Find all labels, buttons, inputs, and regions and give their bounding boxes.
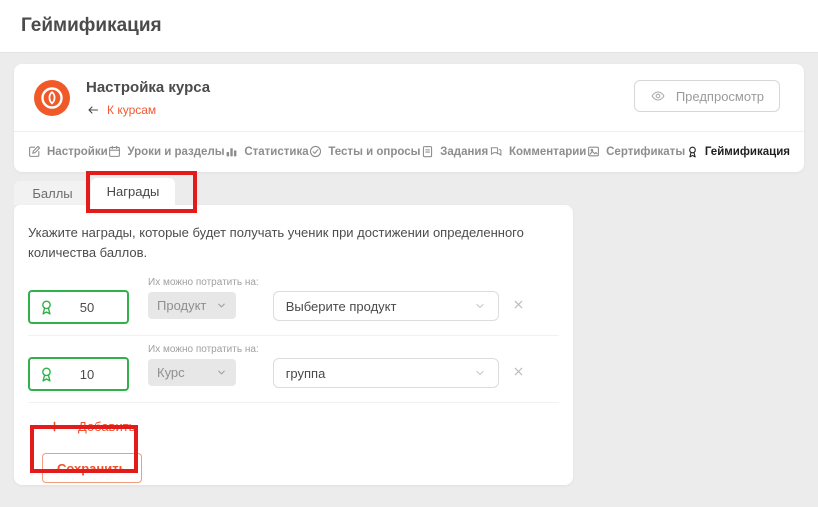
course-header: Настройка курса К курсам Предпросмотр xyxy=(14,64,804,131)
chevron-down-icon xyxy=(474,300,486,312)
course-title: Настройка курса xyxy=(86,79,210,96)
spend-type-select[interactable]: Продукт xyxy=(148,292,236,319)
nav-item-lessons[interactable]: Уроки и разделы xyxy=(108,145,224,158)
back-link-label: К курсам xyxy=(107,103,156,117)
tab-rewards[interactable]: Награды xyxy=(91,178,175,205)
chevron-down-icon xyxy=(216,367,227,378)
spend-type-group: Их можно потратить на: Курс xyxy=(148,344,259,386)
certificate-icon xyxy=(587,145,600,158)
spend-type-value: Курс xyxy=(157,365,185,380)
medal-icon xyxy=(38,298,55,317)
clipboard-icon xyxy=(421,145,434,158)
close-icon[interactable] xyxy=(512,298,525,311)
nav-item-tests[interactable]: Тесты и опросы xyxy=(309,145,420,158)
points-input[interactable]: 10 xyxy=(28,357,129,391)
nav-item-certificates[interactable]: Сертификаты xyxy=(587,145,685,158)
add-reward-button[interactable]: Добавить xyxy=(48,419,573,434)
target-select[interactable]: группа xyxy=(273,358,499,388)
nav-item-comments[interactable]: Комментарии xyxy=(489,145,586,158)
chevron-down-icon xyxy=(474,367,486,379)
nav-item-label: Настройки xyxy=(47,146,108,158)
comments-icon xyxy=(489,145,503,158)
add-reward-label: Добавить xyxy=(78,419,135,434)
nav-item-label: Геймификация xyxy=(705,146,790,158)
edit-icon xyxy=(28,145,41,158)
spend-label: Их можно потратить на: xyxy=(148,277,259,288)
plus-icon xyxy=(48,420,61,433)
tab-points-label: Баллы xyxy=(32,186,72,201)
nav-item-statistics[interactable]: Статистика xyxy=(225,145,308,158)
target-select-value: Выберите продукт xyxy=(286,299,397,314)
nav-item-label: Тесты и опросы xyxy=(328,146,420,158)
rewards-panel: Укажите награды, которые будет получать … xyxy=(14,205,573,485)
points-value: 10 xyxy=(55,367,119,382)
spend-type-select[interactable]: Курс xyxy=(148,359,236,386)
nav-item-label: Сертификаты xyxy=(606,146,685,158)
spend-label: Их можно потратить на: xyxy=(148,344,259,355)
points-input[interactable]: 50 xyxy=(28,290,129,324)
nav-item-label: Уроки и разделы xyxy=(127,146,224,158)
spend-type-value: Продукт xyxy=(157,298,206,313)
course-info: Настройка курса К курсам xyxy=(86,79,210,117)
nav-item-label: Статистика xyxy=(244,146,308,158)
nav-item-gamification[interactable]: Геймификация xyxy=(686,145,790,159)
nav-item-label: Комментарии xyxy=(509,146,586,158)
tab-rewards-label: Награды xyxy=(107,184,160,199)
preview-button-label: Предпросмотр xyxy=(676,89,764,104)
close-icon[interactable] xyxy=(512,365,525,378)
preview-button[interactable]: Предпросмотр xyxy=(634,80,780,112)
check-circle-icon xyxy=(309,145,322,158)
points-value: 50 xyxy=(55,300,119,315)
nav-item-assignments[interactable]: Задания xyxy=(421,145,488,158)
save-button[interactable]: Сохранить xyxy=(42,453,142,483)
top-bar: Геймификация xyxy=(0,0,818,53)
bar-chart-icon xyxy=(225,145,238,158)
course-logo-icon xyxy=(34,80,70,116)
reward-row: 10 Их можно потратить на: Курс группа xyxy=(28,336,559,403)
target-select-value: группа xyxy=(286,366,326,381)
rewards-description: Укажите награды, которые будет получать … xyxy=(14,205,575,269)
tab-points[interactable]: Баллы xyxy=(14,181,91,205)
spend-type-group: Их можно потратить на: Продукт xyxy=(148,277,259,319)
course-nav: Настройки Уроки и разделы Статистика Тес… xyxy=(14,131,804,171)
page-title: Геймификация xyxy=(21,15,162,37)
nav-item-settings[interactable]: Настройки xyxy=(28,145,108,158)
reward-row: 50 Их можно потратить на: Продукт Выбери… xyxy=(28,269,559,336)
target-select[interactable]: Выберите продукт xyxy=(273,291,499,321)
medal-icon xyxy=(38,365,55,384)
chevron-down-icon xyxy=(216,300,227,311)
calendar-icon xyxy=(108,145,121,158)
medal-icon xyxy=(686,145,699,159)
course-card: Настройка курса К курсам Предпросмотр На… xyxy=(14,64,804,172)
back-to-courses-link[interactable]: К курсам xyxy=(86,103,210,117)
eye-icon xyxy=(650,89,666,103)
arrow-left-icon xyxy=(86,104,100,116)
nav-item-label: Задания xyxy=(440,146,488,158)
